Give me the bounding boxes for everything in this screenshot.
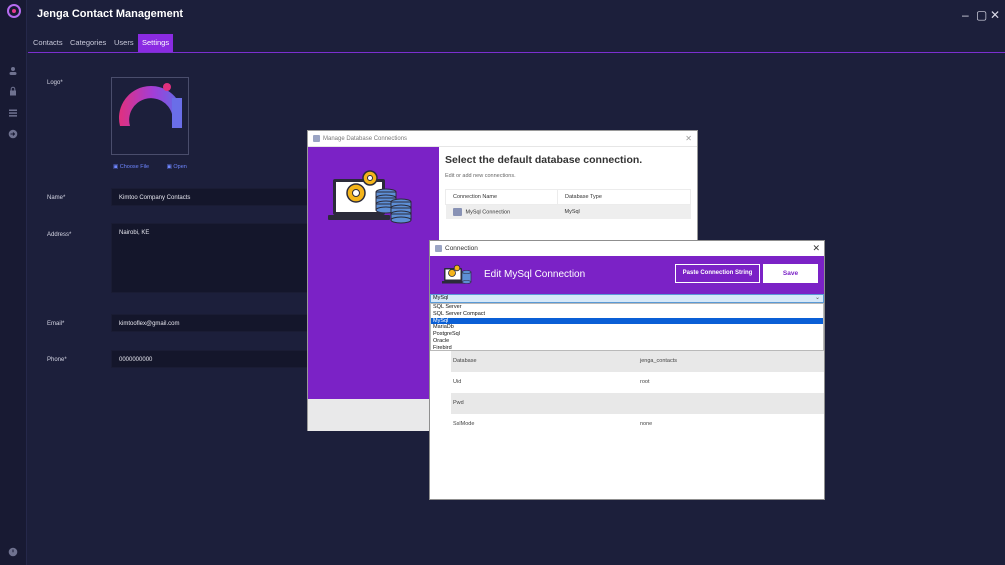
database-type-options: SQL Server SQL Server Compact MySql Mari… (430, 303, 824, 351)
app-title: Jenga Contact Management (37, 8, 184, 20)
lock-icon[interactable] (8, 86, 18, 96)
paste-connection-string-button[interactable]: Paste Connection String (675, 264, 760, 283)
database-type-select[interactable]: MySql ⌄ (430, 294, 824, 303)
option-sql-server-compact[interactable]: SQL Server Compact (431, 311, 823, 318)
user-icon[interactable] (8, 66, 18, 76)
property-row[interactable]: Pwd (451, 393, 824, 414)
dialog-header-title: Edit MySql Connection (484, 269, 586, 280)
name-field[interactable]: Kimtoo Company Contacts (111, 188, 311, 206)
tab-users[interactable]: Users (110, 34, 138, 52)
option-mysql[interactable]: MySql (431, 317, 823, 325)
property-value[interactable]: none (640, 421, 652, 427)
option-postgresql[interactable]: PostgreSql (431, 331, 823, 338)
dialog-title: Connection (445, 245, 478, 252)
property-key: Database (453, 358, 477, 364)
database-icon (313, 135, 320, 142)
side-rail (0, 0, 27, 565)
property-key: Pwd (453, 400, 464, 406)
app-logo-icon (7, 4, 21, 18)
database-type-value: MySql (433, 295, 449, 301)
database-type-cell[interactable]: MySql (557, 204, 691, 219)
option-sql-server[interactable]: SQL Server (431, 304, 823, 311)
company-logo-image (118, 83, 182, 128)
open-label: Open (173, 164, 187, 170)
logo-actions: ▣ Choose File ▣ Open (113, 164, 203, 170)
close-icon[interactable]: ✕ (990, 9, 1000, 21)
phone-label: Phone* (47, 357, 67, 363)
property-row[interactable]: SslMode none (451, 414, 824, 435)
dialog-titlebar: Manage Database Connections ✕ (308, 131, 697, 147)
property-value[interactable]: root (640, 379, 649, 385)
connection-name-cell[interactable]: MySql Connection (445, 204, 558, 219)
list-icon[interactable] (8, 108, 18, 118)
main-tabs: Contacts Categories Users Settings (28, 34, 1005, 53)
database-settings-icon (442, 264, 472, 284)
dialog-header-band: Edit MySql Connection Paste Connection S… (430, 256, 824, 294)
choose-file-link[interactable]: ▣ Choose File (113, 164, 157, 170)
database-settings-illustration (328, 170, 412, 224)
open-link[interactable]: ▣ Open (167, 164, 195, 170)
minimize-icon[interactable]: ‒ (962, 9, 969, 21)
column-header: Database Type (557, 189, 691, 205)
address-field[interactable]: Nairobi, KE (111, 223, 311, 293)
logo-preview (111, 77, 189, 155)
illustration-panel (308, 147, 439, 399)
tab-contacts[interactable]: Contacts (29, 34, 67, 52)
dialog-heading: Select the default database connection. (445, 154, 643, 166)
dialog-titlebar: Connection ✕ (430, 241, 824, 256)
property-row[interactable]: Uid root (451, 372, 824, 393)
maximize-icon[interactable]: ▢ (976, 9, 987, 21)
choose-file-label: Choose File (119, 164, 150, 170)
database-icon (435, 245, 442, 252)
property-key: SslMode (453, 421, 475, 427)
email-label: Email* (47, 321, 65, 327)
tab-categories[interactable]: Categories (66, 34, 110, 52)
logout-icon[interactable] (8, 129, 18, 139)
column-header: Connection Name (445, 189, 558, 205)
option-oracle[interactable]: Oracle (431, 338, 823, 345)
dialog-subheading: Edit or add new connections. (445, 173, 516, 179)
phone-field[interactable]: 0000000000 (111, 350, 311, 368)
connection-name: MySql Connection (465, 209, 511, 216)
chevron-down-icon: ⌄ (814, 295, 820, 301)
close-icon[interactable]: ✕ (812, 241, 820, 256)
logo-label: Logo* (47, 80, 63, 86)
power-icon[interactable] (8, 547, 18, 557)
property-value[interactable]: jenga_contacts (640, 358, 677, 364)
property-key: Uid (453, 379, 462, 385)
email-field[interactable]: kimtooflex@gmail.com (111, 314, 311, 332)
option-mariadb[interactable]: MariaDb (431, 324, 823, 331)
table-header-row: Connection Name Database Type (445, 189, 691, 205)
name-label: Name* (47, 195, 66, 201)
panel-footer (308, 399, 439, 431)
database-icon (452, 208, 462, 216)
table-row[interactable]: MySql Connection MySql (445, 204, 691, 219)
tab-settings[interactable]: Settings (138, 34, 173, 52)
property-row[interactable]: Database jenga_contacts (451, 351, 824, 372)
address-label: Address* (47, 232, 72, 238)
close-icon[interactable]: ✕ (685, 131, 692, 147)
dialog-title: Manage Database Connections (323, 136, 408, 142)
connection-dialog: Connection ✕ Edit MySql Connection Paste… (429, 240, 825, 500)
connections-table: Connection Name Database Type MySql Conn… (445, 189, 691, 219)
save-button[interactable]: Save (763, 264, 818, 283)
